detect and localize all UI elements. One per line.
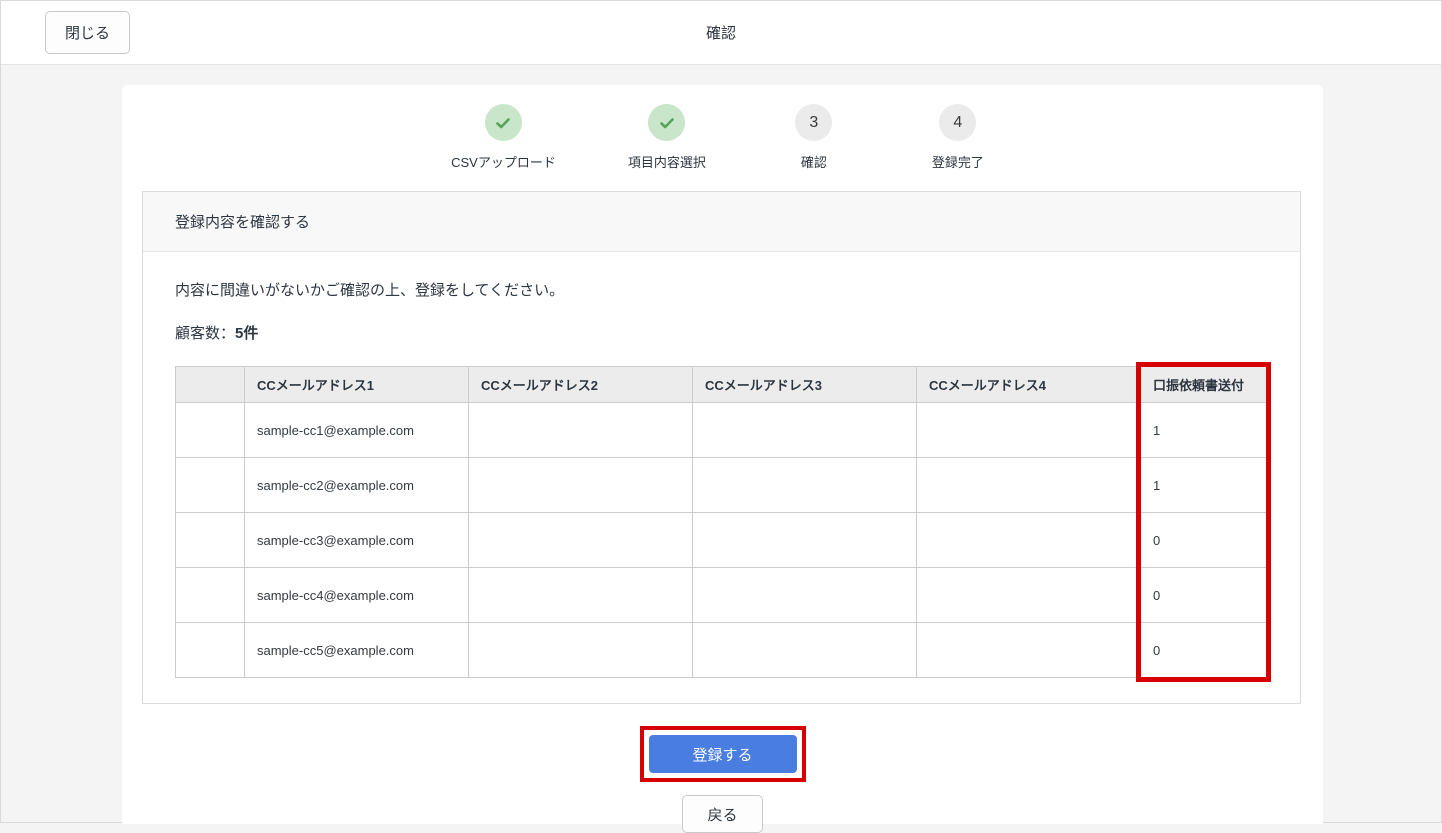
table-row: sample-cc1@example.com 1	[176, 403, 1270, 458]
table-cell	[469, 623, 693, 678]
table-cell	[917, 458, 1141, 513]
table-cell	[176, 568, 245, 623]
instruction-text: 内容に間違いがないかご確認の上、登録をしてください。	[175, 279, 1268, 300]
table-row: sample-cc2@example.com 1	[176, 458, 1270, 513]
preview-table: CCメールアドレス1CCメールアドレス2CCメールアドレス3CCメールアドレス4…	[175, 366, 1270, 678]
table-cell: 0	[1141, 623, 1270, 678]
table-cell	[693, 403, 917, 458]
table-cell: 0	[1141, 568, 1270, 623]
table-cell	[469, 513, 693, 568]
table-header-cell: CCメールアドレス3	[693, 367, 917, 403]
page: 閉じる 確認 CSVアップロード 項目内容選択	[1, 1, 1441, 824]
preview-table-wrap: CCメールアドレス1CCメールアドレス2CCメールアドレス3CCメールアドレス4…	[175, 366, 1270, 678]
table-cell: 0	[1141, 513, 1270, 568]
table-cell	[693, 458, 917, 513]
table-header-cell	[176, 367, 245, 403]
highlighted-submit-frame: 登録する	[640, 726, 806, 782]
table-cell	[917, 403, 1141, 458]
table-cell	[917, 568, 1141, 623]
table-cell	[176, 403, 245, 458]
customer-count-label: 顧客数：	[175, 325, 235, 342]
customer-count-value: 5件	[235, 325, 258, 342]
check-icon	[648, 104, 685, 141]
table-header-row: CCメールアドレス1CCメールアドレス2CCメールアドレス3CCメールアドレス4…	[176, 367, 1270, 403]
table-cell: sample-cc2@example.com	[245, 458, 469, 513]
submit-button[interactable]: 登録する	[649, 735, 797, 773]
table-cell	[693, 623, 917, 678]
table-row: sample-cc5@example.com 0	[176, 623, 1270, 678]
stepper: CSVアップロード 項目内容選択 3 確認 4 登録完了	[122, 85, 1323, 191]
table-cell	[693, 568, 917, 623]
customer-count: 顧客数：5件	[175, 322, 1268, 343]
panel-body: 内容に間違いがないかご確認の上、登録をしてください。 顧客数：5件 CCメールア…	[143, 252, 1300, 703]
table-cell	[176, 513, 245, 568]
table-header-cell: CCメールアドレス4	[917, 367, 1141, 403]
step-label: 登録完了	[932, 152, 984, 171]
confirm-panel: 登録内容を確認する 内容に間違いがないかご確認の上、登録をしてください。 顧客数…	[142, 191, 1301, 704]
table-cell: sample-cc5@example.com	[245, 623, 469, 678]
table-cell: sample-cc3@example.com	[245, 513, 469, 568]
step-number: 3	[795, 104, 832, 141]
table-cell	[176, 458, 245, 513]
table-cell	[469, 458, 693, 513]
table-header-cell: 口振依頼書送付	[1141, 367, 1270, 403]
topbar: 閉じる 確認	[1, 1, 1441, 65]
step-confirm: 3 確認	[778, 104, 850, 171]
table-header-cell: CCメールアドレス2	[469, 367, 693, 403]
table-cell	[917, 623, 1141, 678]
table-cell	[176, 623, 245, 678]
close-button[interactable]: 閉じる	[45, 11, 130, 54]
back-button[interactable]: 戻る	[682, 795, 763, 833]
table-row: sample-cc4@example.com 0	[176, 568, 1270, 623]
check-icon	[485, 104, 522, 141]
table-cell: sample-cc4@example.com	[245, 568, 469, 623]
table-cell	[917, 513, 1141, 568]
step-csv-upload: CSVアップロード	[451, 104, 556, 171]
step-number: 4	[939, 104, 976, 141]
step-complete: 4 登録完了	[922, 104, 994, 171]
panel-title: 登録内容を確認する	[143, 192, 1300, 252]
table-cell: 1	[1141, 403, 1270, 458]
table-cell: 1	[1141, 458, 1270, 513]
table-cell	[469, 568, 693, 623]
table-cell	[469, 403, 693, 458]
table-cell	[693, 513, 917, 568]
step-label: 確認	[801, 152, 827, 171]
step-item-select: 項目内容選択	[628, 104, 706, 171]
table-row: sample-cc3@example.com 0	[176, 513, 1270, 568]
step-label: CSVアップロード	[451, 152, 556, 171]
actions: 登録する 戻る	[122, 726, 1323, 833]
step-label: 項目内容選択	[628, 152, 706, 171]
table-header-cell: CCメールアドレス1	[245, 367, 469, 403]
page-title: 確認	[1, 22, 1441, 43]
main-card: CSVアップロード 項目内容選択 3 確認 4 登録完了 登録内容を確認する	[122, 85, 1323, 824]
table-cell: sample-cc1@example.com	[245, 403, 469, 458]
